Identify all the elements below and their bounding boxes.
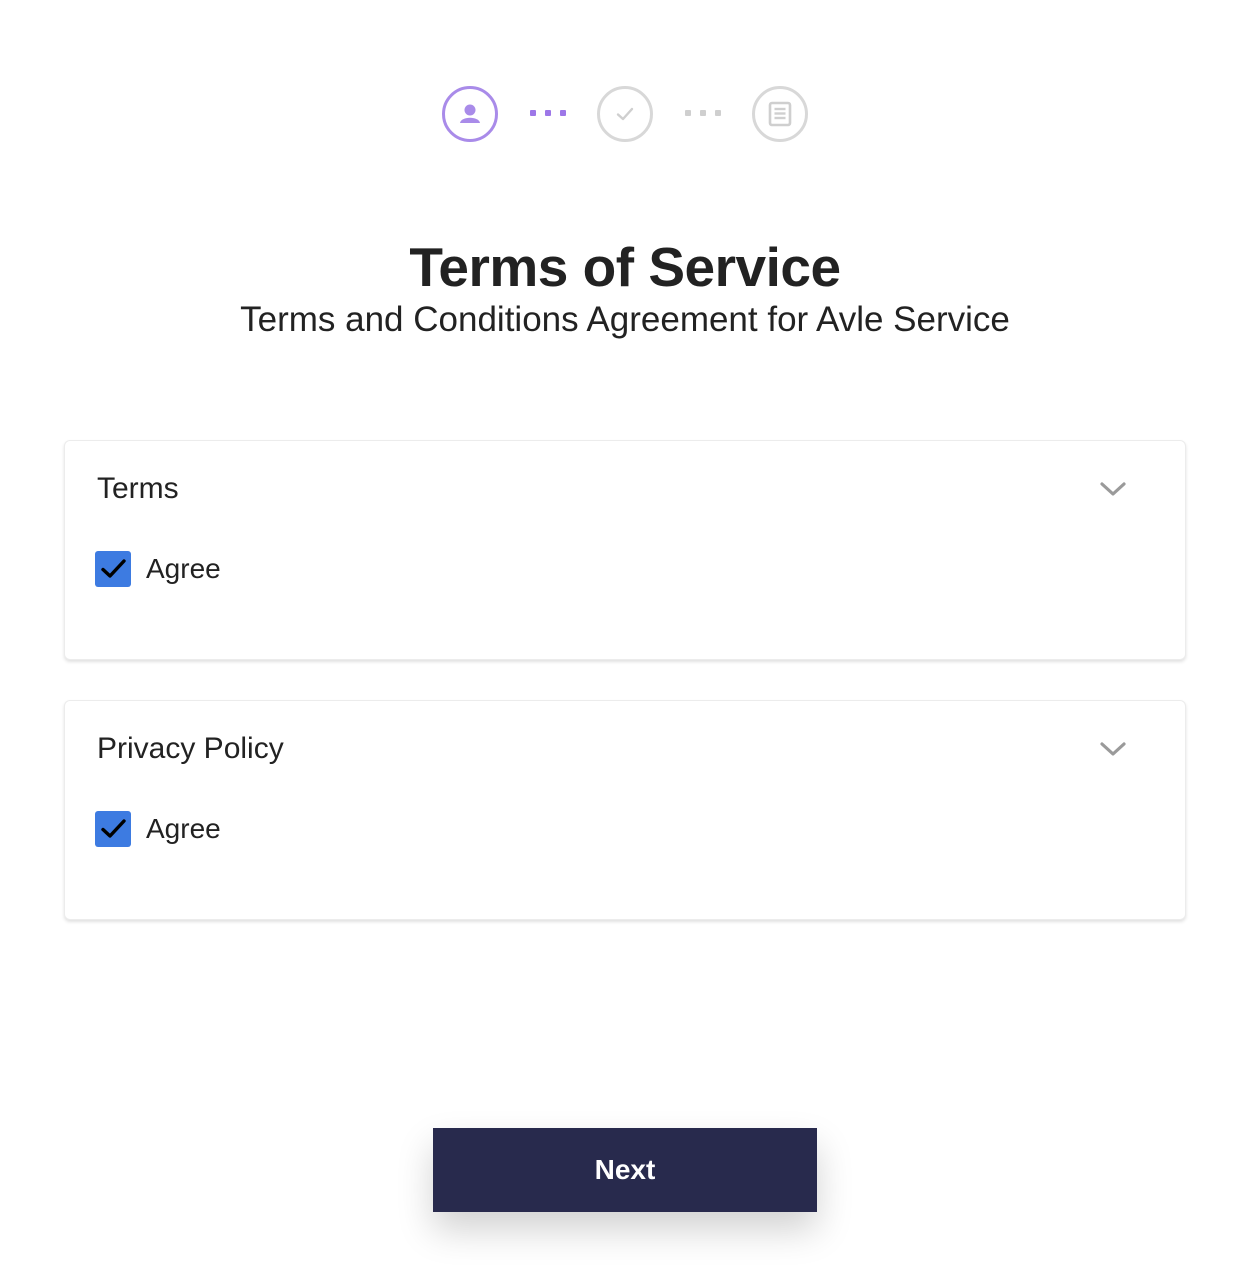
chevron-down-icon[interactable] [1099,479,1127,499]
privacy-section-title: Privacy Policy [97,732,284,765]
step-profile[interactable] [442,86,498,142]
privacy-agree-option[interactable]: Agree [95,811,221,847]
terms-agree-checkbox[interactable] [95,551,131,587]
privacy-agree-label: Agree [146,813,221,844]
chevron-down-icon[interactable] [1099,739,1127,759]
terms-page: Terms of Service Terms and Conditions Ag… [0,0,1258,1270]
progress-stepper [0,86,1250,142]
step-confirm[interactable] [597,86,653,142]
checkmark-icon [101,819,126,838]
user-icon [460,104,480,123]
step-connector-2 [685,110,721,118]
terms-agree-option[interactable]: Agree [95,551,221,587]
step-connector-1 [530,110,566,118]
terms-agree-label: Agree [146,553,221,584]
terms-section-title: Terms [97,472,179,505]
privacy-agree-checkbox[interactable] [95,811,131,847]
check-icon [616,107,634,121]
checkmark-icon [101,559,126,578]
privacy-section: Privacy Policy Agree [64,700,1186,920]
page-title: Terms of Service [409,236,841,298]
next-button[interactable]: Next [433,1128,817,1212]
terms-section: Terms Agree [64,440,1186,660]
step-document[interactable] [752,86,808,142]
page-subtitle: Terms and Conditions Agreement for Avle … [240,300,1010,339]
document-icon [768,101,792,127]
